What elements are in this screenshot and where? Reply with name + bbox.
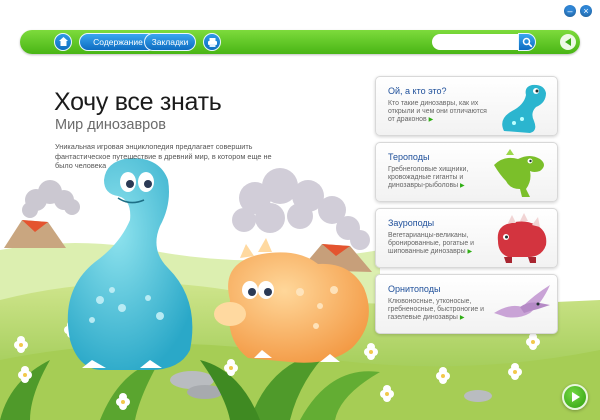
app-window: – × Содержание Закладки Хочу все знать М…: [0, 0, 600, 420]
minimize-icon[interactable]: –: [564, 5, 576, 17]
card-title: Зауроподы: [388, 218, 435, 228]
search-icon[interactable]: [518, 33, 536, 51]
card-title: Ой, а кто это?: [388, 86, 447, 96]
card-description: Гребнеголовые хищники, кровожадные гиган…: [388, 166, 469, 189]
card-title: Тероподы: [388, 152, 430, 162]
card-theropods[interactable]: Тероподы Гребнеголовые хищники, кровожад…: [375, 142, 558, 202]
page-description: Уникальная игровая энциклопедия предлага…: [55, 142, 272, 170]
arrow-right-icon: ▶: [460, 183, 465, 189]
card-title: Орнитоподы: [388, 284, 441, 294]
page-subtitle: Мир динозавров: [55, 117, 166, 133]
home-icon[interactable]: [54, 33, 72, 51]
smoke-right: [232, 168, 370, 250]
smoke-left: [22, 180, 80, 218]
pterosaur-icon: [494, 285, 550, 318]
card-ornithopods[interactable]: Орнитоподы Клювоносные, утконосые, гребн…: [375, 274, 558, 334]
green-theropod-icon: [494, 149, 544, 197]
top-toolbar: Содержание Закладки: [20, 30, 580, 54]
card-description: Кто такие динозавры, как их открыли и че…: [388, 100, 487, 123]
page-title: Хочу все знать: [54, 88, 222, 116]
red-ceratopsian-icon: [497, 213, 547, 263]
card-intro[interactable]: Ой, а кто это? Кто такие динозавры, как …: [375, 76, 558, 136]
card-description: Клювоносные, утконосые, гребненосные, бы…: [388, 298, 484, 321]
bookmarks-button[interactable]: Закладки: [144, 33, 196, 51]
search-input[interactable]: [432, 34, 518, 50]
print-icon[interactable]: [203, 33, 221, 51]
close-icon[interactable]: ×: [580, 5, 592, 17]
arrow-right-icon: ▶: [428, 117, 434, 123]
arrow-right-icon: ▶: [459, 315, 465, 321]
play-arrow-icon[interactable]: [562, 384, 588, 410]
card-description: Вегетарианцы-великаны, бронированные, ро…: [388, 232, 474, 255]
back-arrow-icon[interactable]: [560, 34, 576, 50]
card-sauropods[interactable]: Зауроподы Вегетарианцы-великаны, брониро…: [375, 208, 558, 268]
blue-dinosaur-icon: [502, 84, 546, 133]
arrow-right-icon: ▶: [467, 249, 473, 255]
